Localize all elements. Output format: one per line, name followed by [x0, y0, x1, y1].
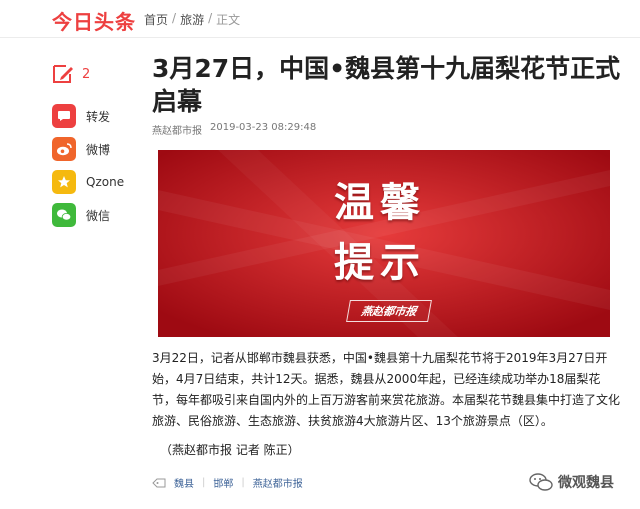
share-label: 微博: [86, 142, 111, 157]
wechat-icon: [52, 203, 76, 227]
comment-button[interactable]: 2: [52, 64, 90, 84]
share-list: 转发 微博 Qzone 微信: [52, 104, 124, 236]
wechat-watermark-icon: [528, 472, 554, 492]
comment-count: 2: [82, 66, 91, 82]
hero-headline-line1: 温馨: [334, 180, 426, 226]
tag-link[interactable]: 邯郸: [213, 475, 233, 490]
tag-icon: [152, 478, 166, 488]
breadcrumb: 首页 / 旅游 / 正文: [144, 11, 240, 28]
tag-divider: |: [202, 477, 206, 488]
article-source[interactable]: 燕赵都市报: [152, 122, 202, 137]
repost-icon: [52, 104, 76, 128]
breadcrumb-home-link[interactable]: 首页: [144, 11, 168, 28]
breadcrumb-separator: /: [172, 11, 177, 25]
share-repost[interactable]: 转发: [52, 104, 124, 128]
article-title: 3月27日，中国•魏县第十九届梨花节正式启幕: [152, 54, 621, 116]
share-qzone[interactable]: Qzone: [52, 170, 124, 194]
hero-headline-line2: 提示: [334, 240, 426, 286]
article-hero-image: 温馨 提示 燕赵都市报: [158, 150, 610, 337]
watermark-text: 微观魏县: [558, 475, 614, 491]
top-bar: 今日头条 首页 / 旅游 / 正文: [0, 0, 640, 38]
article-byline: （燕赵都市报 记者 陈正）: [160, 443, 300, 457]
qzone-star-icon: [52, 170, 76, 194]
share-label: 微信: [86, 208, 111, 223]
hero-newspaper-stamp: 燕赵都市报: [346, 300, 432, 322]
comment-edit-icon: [52, 64, 74, 84]
article-tags: 魏县 | 邯郸 | 燕赵都市报: [152, 475, 303, 490]
share-wechat[interactable]: 微信: [52, 203, 124, 227]
tag-divider: |: [241, 477, 245, 488]
share-label: Qzone: [86, 175, 125, 189]
toutiao-logo[interactable]: 今日头条: [52, 6, 136, 35]
article-time: 2019-03-23 08:29:48: [210, 122, 317, 133]
breadcrumb-travel-link[interactable]: 旅游: [180, 11, 204, 28]
article-meta: 燕赵都市报 2019-03-23 08:29:48: [152, 122, 316, 137]
wechat-account-watermark: 微观魏县: [528, 472, 614, 492]
article-body: 3月22日，记者从邯郸市魏县获悉，中国•魏县第十九届梨花节将于2019年3月27…: [152, 351, 621, 428]
tag-link[interactable]: 魏县: [174, 475, 194, 490]
weibo-icon: [52, 137, 76, 161]
breadcrumb-separator: /: [208, 11, 213, 25]
share-weibo[interactable]: 微博: [52, 137, 124, 161]
tag-link[interactable]: 燕赵都市报: [253, 475, 303, 490]
breadcrumb-current: 正文: [216, 13, 241, 27]
share-label: 转发: [86, 109, 111, 124]
